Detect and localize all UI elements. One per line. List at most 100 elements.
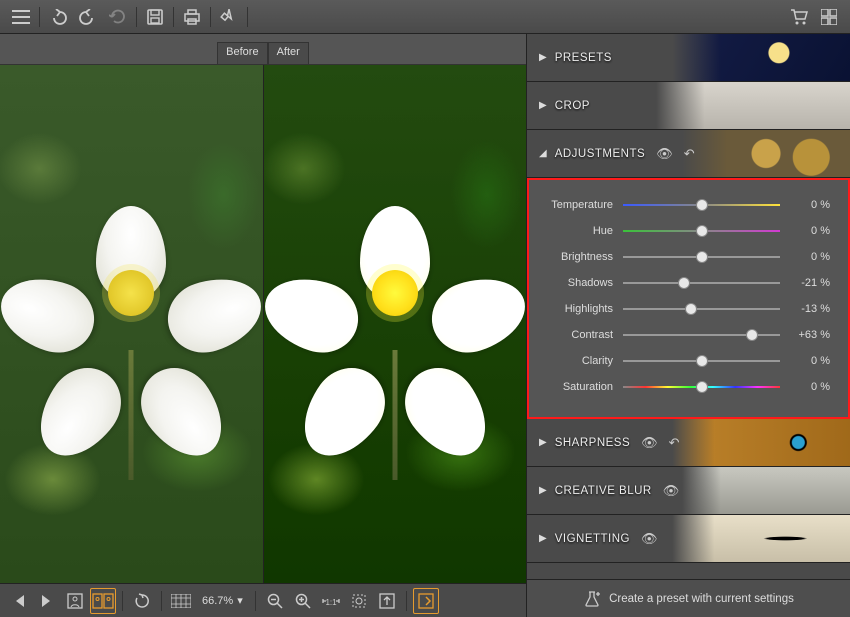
panel-vignetting[interactable]: ▶ VIGNETTING 👁	[527, 515, 850, 563]
panel-creative-blur[interactable]: ▶ CREATIVE BLUR 👁	[527, 467, 850, 515]
adjustment-label: Brightness	[527, 251, 623, 263]
last-image-button[interactable]	[34, 588, 60, 614]
adjustment-row-temperature: Temperature 0 %	[527, 192, 850, 218]
slider-thumb[interactable]	[696, 355, 708, 367]
slider-thumb[interactable]	[696, 381, 708, 393]
zoom-value: 66.7%	[202, 595, 233, 607]
panel-adjustments-title: ADJUSTMENTS	[555, 148, 645, 160]
after-image[interactable]	[264, 65, 527, 583]
side-panel: ▶ PRESETS ▶ CROP ◢ ADJUSTMENTS 👁 ↶ Tempe…	[526, 34, 850, 617]
panel-sharpness-title: SHARPNESS	[555, 437, 630, 449]
reset-icon[interactable]: ↶	[669, 435, 680, 451]
fit-screen-button[interactable]	[374, 588, 400, 614]
adjustment-slider-hue[interactable]	[623, 223, 780, 239]
adjustment-row-saturation: Saturation0 %	[527, 374, 850, 400]
eye-icon[interactable]: 👁	[663, 483, 680, 499]
top-toolbar	[0, 0, 850, 34]
cart-icon	[789, 8, 809, 26]
adjustment-row-brightness: Brightness 0 %	[527, 244, 850, 270]
save-button[interactable]	[140, 2, 170, 32]
zoom-in-button[interactable]	[290, 588, 316, 614]
before-label: Before	[217, 42, 267, 64]
before-image[interactable]	[0, 65, 264, 583]
menu-icon	[12, 10, 30, 24]
redo-icon	[79, 9, 97, 25]
chevron-right-icon: ▶	[539, 52, 547, 63]
adjustment-label: Highlights	[527, 303, 623, 315]
panel-creative-blur-title: CREATIVE BLUR	[555, 485, 652, 497]
undo-button[interactable]	[43, 2, 73, 32]
undo-icon	[49, 9, 67, 25]
adjustment-row-shadows: Shadows -21 %	[527, 270, 850, 296]
compare-view-button[interactable]	[90, 588, 116, 614]
adjustment-slider-saturation[interactable]	[623, 379, 780, 395]
zoom-100-button[interactable]: 1:1	[318, 588, 344, 614]
adjustment-value: -21 %	[780, 277, 830, 289]
slider-thumb[interactable]	[685, 303, 697, 315]
canvas-area: Before After	[0, 34, 526, 617]
slider-thumb[interactable]	[746, 329, 758, 341]
flask-plus-icon	[583, 590, 601, 608]
grid-icon	[821, 9, 837, 25]
adjustment-slider-highlights[interactable]	[623, 301, 780, 317]
status-bar: 66.7% ▾ 1:1	[0, 583, 526, 617]
panel-presets-title: PRESETS	[555, 52, 612, 64]
first-image-button[interactable]	[6, 588, 32, 614]
adjustment-row-highlights: Highlights-13 %	[527, 296, 850, 322]
slider-thumb[interactable]	[696, 199, 708, 211]
chevron-down-icon: ◢	[539, 148, 547, 159]
adjustment-slider-brightness[interactable]	[623, 249, 780, 265]
panel-crop-title: CROP	[555, 100, 590, 112]
panel-presets[interactable]: ▶ PRESETS	[527, 34, 850, 82]
cart-button[interactable]	[784, 2, 814, 32]
rotate-button[interactable]	[129, 588, 155, 614]
adjustment-slider-clarity[interactable]	[623, 353, 780, 369]
panel-sharpness[interactable]: ▶ SHARPNESS 👁 ↶	[527, 419, 850, 467]
zoom-dropdown[interactable]: ▾	[237, 594, 243, 607]
eye-icon[interactable]: 👁	[656, 146, 673, 162]
history-icon	[109, 9, 127, 25]
adjustment-value: 0 %	[780, 251, 830, 263]
create-preset-label: Create a preset with current settings	[609, 593, 794, 605]
zoom-region-button[interactable]	[346, 588, 372, 614]
adjustment-label: Hue	[527, 225, 623, 237]
zoom-out-button[interactable]	[262, 588, 288, 614]
create-preset-button[interactable]: Create a preset with current settings	[527, 579, 850, 617]
slider-thumb[interactable]	[696, 225, 708, 237]
share-button[interactable]	[214, 2, 244, 32]
adjustment-label: Contrast	[527, 329, 623, 341]
slider-thumb[interactable]	[696, 251, 708, 263]
slider-thumb[interactable]	[678, 277, 690, 289]
history-button[interactable]	[103, 2, 133, 32]
eye-icon[interactable]: 👁	[641, 435, 658, 451]
filmstrip-button[interactable]	[168, 588, 194, 614]
adjustment-value: 0 %	[780, 199, 830, 211]
eye-icon[interactable]: 👁	[641, 531, 658, 547]
print-icon	[183, 9, 201, 25]
adjustment-row-hue: Hue 0 %	[527, 218, 850, 244]
panel-vignetting-title: VIGNETTING	[555, 533, 630, 545]
chevron-right-icon: ▶	[539, 100, 547, 111]
single-view-button[interactable]	[62, 588, 88, 614]
chevron-right-icon: ▶	[539, 533, 547, 544]
menu-button[interactable]	[6, 2, 36, 32]
adjustment-value: 0 %	[780, 355, 830, 367]
save-icon	[147, 9, 163, 25]
reset-icon[interactable]: ↶	[684, 146, 695, 162]
adjustment-label: Shadows	[527, 277, 623, 289]
adjustment-row-clarity: Clarity 0 %	[527, 348, 850, 374]
share-icon	[220, 9, 238, 25]
redo-button[interactable]	[73, 2, 103, 32]
adjustment-slider-shadows[interactable]	[623, 275, 780, 291]
adjustment-label: Temperature	[527, 199, 623, 211]
panel-adjustments-header[interactable]: ◢ ADJUSTMENTS 👁 ↶	[527, 130, 850, 178]
adjustment-slider-contrast[interactable]	[623, 327, 780, 343]
grid-view-button[interactable]	[814, 2, 844, 32]
adjustment-slider-temperature[interactable]	[623, 197, 780, 213]
toggle-panel-button[interactable]	[413, 588, 439, 614]
chevron-right-icon: ▶	[539, 485, 547, 496]
print-button[interactable]	[177, 2, 207, 32]
panel-crop[interactable]: ▶ CROP	[527, 82, 850, 130]
adjustment-value: 0 %	[780, 225, 830, 237]
adjustment-label: Clarity	[527, 355, 623, 367]
